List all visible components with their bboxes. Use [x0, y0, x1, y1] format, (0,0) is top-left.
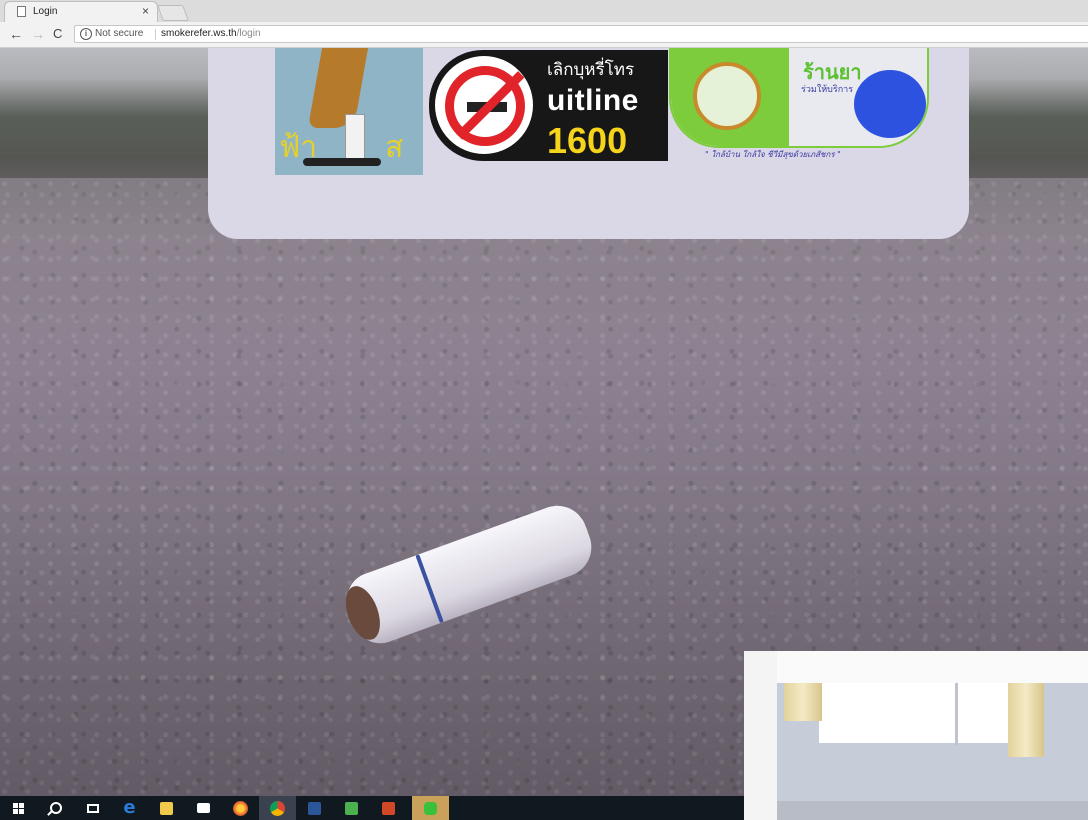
quitline-name: uitline: [547, 84, 639, 117]
smoker-logo: ฟ้า ส: [275, 48, 423, 175]
room-curtain-left: [784, 683, 822, 721]
word-button[interactable]: [296, 796, 333, 820]
address-bar[interactable]: i Not secure smokerefer.ws.th/login: [74, 25, 1088, 43]
powerpoint-button[interactable]: [370, 796, 407, 820]
excel-icon: [345, 801, 358, 815]
file-explorer-button[interactable]: [148, 796, 185, 820]
reload-icon[interactable]: C: [53, 25, 62, 43]
smoker-logo-text-left: ฟ้า: [279, 130, 318, 165]
back-arrow-icon[interactable]: ←: [9, 25, 23, 43]
task-view-icon: [86, 803, 99, 813]
powerpoint-icon: [382, 801, 395, 815]
chrome-icon: [270, 800, 285, 816]
pharmacy-subtitle: ร่วมให้บริการ: [801, 85, 854, 95]
url-text[interactable]: smokerefer.ws.th/login: [161, 28, 261, 39]
quitline-thai-text: เลิกบุหรี่โทร: [547, 60, 635, 80]
tab-strip: Login ×: [0, 0, 1088, 23]
quitline-number: 1600: [547, 120, 628, 161]
task-view-button[interactable]: [74, 796, 111, 820]
firefox-icon: [233, 800, 248, 816]
line-icon: [424, 801, 437, 815]
overlay-room-photo: [744, 651, 1088, 820]
url-path: /login: [236, 28, 261, 39]
search-button[interactable]: [37, 796, 74, 820]
mail-button[interactable]: [185, 796, 222, 820]
address-separator: [155, 29, 156, 40]
mail-icon: [197, 803, 210, 813]
room-floor: [777, 801, 1088, 820]
smoker-cigarette: [345, 114, 365, 162]
firefox-button[interactable]: [222, 796, 259, 820]
security-label[interactable]: Not secure: [95, 28, 143, 39]
edge-button[interactable]: e: [111, 796, 148, 820]
search-icon: [49, 802, 62, 814]
forward-arrow-icon[interactable]: →: [31, 25, 45, 43]
smoker-logo-text-right: ส: [385, 130, 404, 165]
pharmacy-logo: ร้านยา ร่วมให้บริการ: [669, 48, 929, 148]
start-icon: [13, 802, 24, 814]
new-tab-button[interactable]: [157, 5, 189, 21]
page-icon: [17, 6, 26, 17]
edge-icon: e: [123, 797, 136, 818]
windows-taskbar: e: [0, 796, 744, 820]
pharmacy-caption: " ใกล้บ้าน ใกล้ใจ ชีวีมีสุขด้วยเภสัชกร ": [705, 150, 841, 159]
start-button[interactable]: [0, 796, 37, 820]
excel-button[interactable]: [333, 796, 370, 820]
info-icon[interactable]: i: [80, 28, 92, 40]
pharmacy-blue-shape: [854, 70, 926, 138]
room-curtain-right: [1008, 683, 1044, 757]
quitline-logo: เลิกบุหรี่โทร uitline 1600: [429, 50, 668, 161]
browser-toolbar: ← → C i Not secure smokerefer.ws.th/logi…: [0, 22, 1088, 48]
url-host: smokerefer.ws.th: [161, 28, 237, 39]
room-window-mullion: [955, 683, 958, 745]
chrome-button[interactable]: [259, 796, 296, 820]
file-explorer-icon: [160, 801, 173, 815]
pharmacy-leaf-icon: [693, 62, 761, 130]
word-icon: [308, 801, 321, 815]
line-button[interactable]: [412, 796, 449, 820]
close-icon[interactable]: ×: [142, 4, 149, 18]
room-ceiling: [777, 651, 1088, 684]
tab-login[interactable]: Login ×: [4, 1, 158, 23]
tab-title: Login: [33, 6, 58, 17]
room-window: [819, 683, 1009, 743]
header-logo-card: ฟ้า ส เลิกบุหรี่โทร uitline 1600 ร้านยา …: [208, 48, 969, 239]
